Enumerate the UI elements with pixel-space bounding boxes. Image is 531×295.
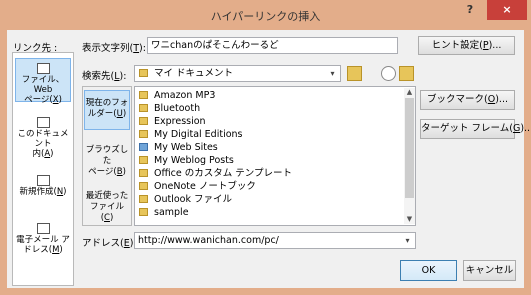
link-type-label: ドレス(M)	[23, 245, 63, 255]
address-value: http://www.wanichan.com/pc/	[138, 235, 279, 246]
web-folder-icon	[139, 143, 148, 151]
recent-files-label: 最近使った	[85, 191, 129, 201]
title-bar: ハイパーリンクの挿入 ? ×	[0, 0, 531, 30]
list-item[interactable]: My Digital Editions	[139, 129, 401, 141]
web-page-icon	[36, 63, 50, 74]
list-item[interactable]: OneNote ノートブック	[139, 181, 401, 193]
up-folder-icon[interactable]	[347, 66, 362, 81]
address-label: アドレス(E):	[82, 238, 137, 249]
list-item-name: Office のカスタム テンプレート	[154, 168, 292, 179]
cancel-button[interactable]: キャンセル	[463, 260, 516, 281]
list-item-name: Expression	[154, 116, 206, 127]
help-button[interactable]: ?	[455, 0, 485, 20]
current-folder-label: ルダー(U)	[87, 109, 127, 119]
address-input[interactable]: http://www.wanichan.com/pc/ ▾	[134, 232, 416, 249]
browse-folder-icon[interactable]	[399, 66, 414, 81]
close-button[interactable]: ×	[487, 0, 527, 20]
chevron-down-icon[interactable]: ▾	[401, 234, 414, 247]
window-title: ハイパーリンクの挿入	[210, 10, 321, 23]
list-item-name: Bluetooth	[154, 103, 201, 114]
target-frame-button[interactable]: ターゲット フレーム(G)...	[420, 119, 531, 139]
list-item-name: sample	[154, 207, 189, 218]
link-type-label: ページ(X)	[24, 95, 62, 105]
email-icon	[36, 223, 50, 234]
link-type-web-page[interactable]: ファイル、Web ページ(X)	[15, 58, 71, 105]
link-type-label: 新規作成(N)	[19, 187, 67, 197]
link-type-panel: ファイル、Web ページ(X) このドキュメント 内(A) 新規作成(N) 電子…	[12, 52, 74, 286]
current-folder-label: 現在のフォ	[85, 98, 129, 108]
list-item-name: My Weblog Posts	[154, 155, 234, 166]
scroll-down-icon[interactable]: ▼	[404, 215, 415, 224]
new-doc-icon	[36, 175, 50, 186]
chevron-down-icon[interactable]: ▾	[326, 67, 339, 80]
list-item[interactable]: Bluetooth	[139, 103, 401, 115]
browse-mode-panel: 現在のフォ ルダー(U) ブラウズした ページ(B) 最近使った ファイル(C)	[82, 86, 132, 226]
file-list-scrollbar[interactable]: ▲ ▼	[404, 88, 415, 224]
ok-button[interactable]: OK	[400, 260, 457, 281]
hyperlink-dialog: ハイパーリンクの挿入 ? × リンク先 : 表示文字列(T): ワニchanのぱ…	[0, 0, 531, 295]
bookmark-button[interactable]: ブックマーク(O)...	[420, 90, 515, 110]
link-type-new-document[interactable]: 新規作成(N)	[15, 171, 71, 203]
browsed-pages-label: ブラウズした	[85, 145, 129, 166]
list-item[interactable]: My Weblog Posts	[139, 155, 401, 167]
file-list[interactable]: Amazon MP3 Bluetooth Expression My Digit…	[134, 86, 416, 226]
link-type-label: このドキュメント	[17, 129, 69, 149]
display-text-label: 表示文字列(T):	[82, 43, 146, 54]
list-item[interactable]: Outlook ファイル	[139, 194, 401, 206]
list-item[interactable]: My Web Sites	[139, 142, 401, 154]
folder-icon	[139, 117, 148, 125]
current-folder-tab[interactable]: 現在のフォ ルダー(U)	[84, 90, 130, 130]
web-search-icon[interactable]	[381, 66, 396, 81]
list-item-name: My Digital Editions	[154, 129, 243, 140]
list-item[interactable]: sample	[139, 207, 401, 219]
folder-icon	[139, 104, 148, 112]
list-item[interactable]: Expression	[139, 116, 401, 128]
folder-icon	[139, 182, 148, 190]
link-type-this-document[interactable]: このドキュメント 内(A)	[15, 113, 71, 159]
look-in-value: マイ ドキュメント	[154, 68, 234, 79]
link-type-email[interactable]: 電子メール ア ドレス(M)	[15, 219, 71, 263]
folder-icon	[139, 156, 148, 164]
link-type-label: 電子メール ア	[16, 235, 70, 245]
hint-settings-button[interactable]: ヒント設定(P)...	[418, 36, 515, 55]
folder-icon	[139, 91, 148, 99]
scrollbar-thumb[interactable]	[405, 98, 414, 198]
browsed-pages-label: ページ(B)	[88, 167, 126, 177]
dialog-body: リンク先 : 表示文字列(T): ワニchanのぱそこんわーるど ヒント設定(P…	[7, 30, 531, 288]
look-in-label: 検索先(L):	[82, 71, 127, 82]
document-icon	[36, 117, 50, 128]
folder-icon	[139, 69, 148, 77]
list-item-name: Outlook ファイル	[154, 194, 233, 205]
folder-icon	[139, 130, 148, 138]
scroll-up-icon[interactable]: ▲	[404, 88, 415, 97]
link-type-label: 内(A)	[32, 149, 54, 159]
link-type-label: ファイル、Web	[21, 75, 65, 95]
browsed-pages-tab[interactable]: ブラウズした ページ(B)	[84, 139, 130, 177]
folder-icon	[139, 195, 148, 203]
look-in-select[interactable]: マイ ドキュメント ▾	[134, 65, 341, 82]
folder-icon	[139, 208, 148, 216]
folder-icon	[139, 169, 148, 177]
list-item[interactable]: Office のカスタム テンプレート	[139, 168, 401, 180]
list-item-name: My Web Sites	[154, 142, 218, 153]
list-item-name: OneNote ノートブック	[154, 181, 256, 192]
list-item[interactable]: Amazon MP3	[139, 90, 401, 102]
recent-files-tab[interactable]: 最近使った ファイル(C)	[84, 183, 130, 223]
display-text-input[interactable]: ワニchanのぱそこんわーるど	[147, 37, 398, 54]
list-item-name: Amazon MP3	[154, 90, 216, 101]
recent-files-label: ファイル(C)	[89, 202, 124, 223]
